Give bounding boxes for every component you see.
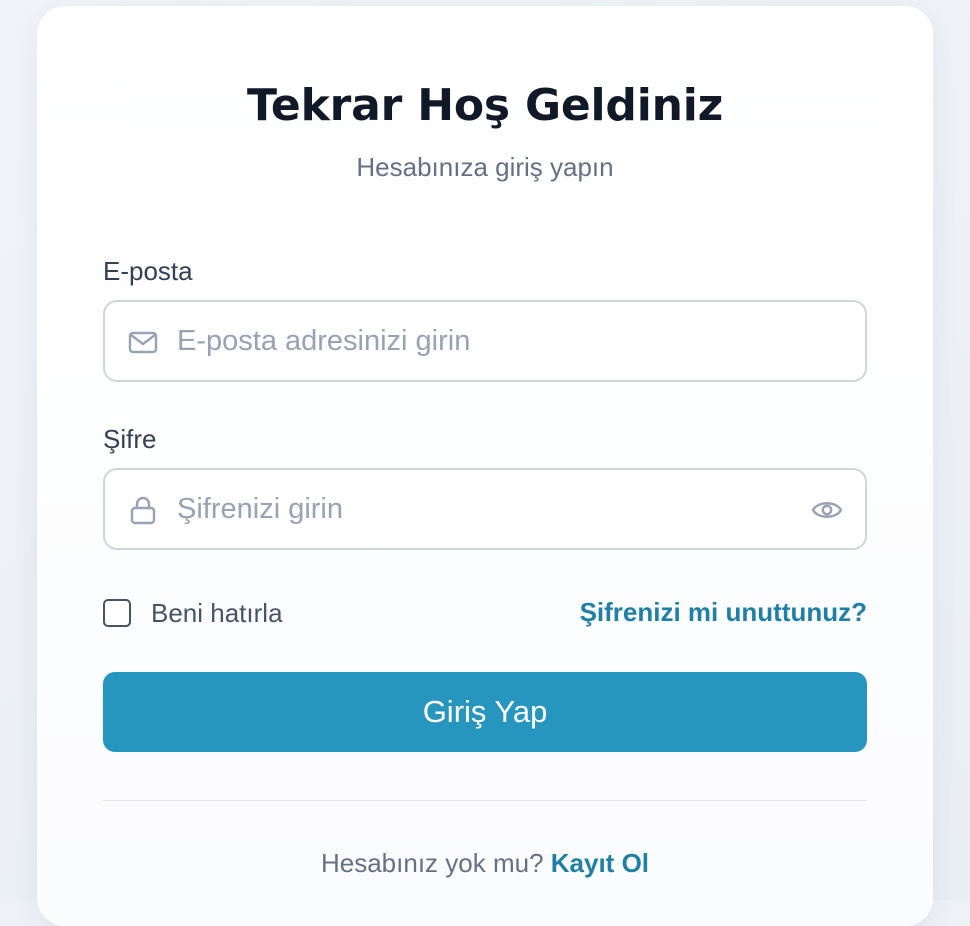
lock-icon — [130, 496, 156, 525]
email-field[interactable] — [103, 300, 867, 382]
signup-link[interactable]: Kayıt Ol — [551, 848, 649, 878]
signup-prompt: Hesabınız yok mu? — [320, 848, 551, 878]
mail-icon — [128, 331, 158, 354]
password-field[interactable] — [103, 468, 867, 550]
divider — [103, 800, 867, 801]
eye-icon[interactable] — [811, 495, 843, 525]
page-title: Tekrar Hoş Geldiniz — [246, 80, 724, 131]
remember-label: Beni hatırla — [151, 597, 283, 628]
login-card: Tekrar Hoş Geldiniz Hesabınıza giriş yap… — [37, 6, 933, 926]
login-button[interactable]: Giriş Yap — [103, 672, 867, 752]
forgot-password-link[interactable]: Şifrenizi mi unuttunuz? — [580, 597, 867, 628]
password-input[interactable] — [177, 470, 797, 548]
password-label: Şifre — [103, 424, 157, 454]
remember-checkbox[interactable] — [103, 599, 131, 627]
signup-row: Hesabınız yok mu? Kayıt Ol — [37, 848, 933, 879]
email-label: E-posta — [103, 256, 193, 286]
page-subtitle: Hesabınıza giriş yapın — [356, 152, 614, 182]
remember-me: Beni hatırla — [103, 596, 283, 630]
email-input[interactable] — [177, 302, 797, 380]
